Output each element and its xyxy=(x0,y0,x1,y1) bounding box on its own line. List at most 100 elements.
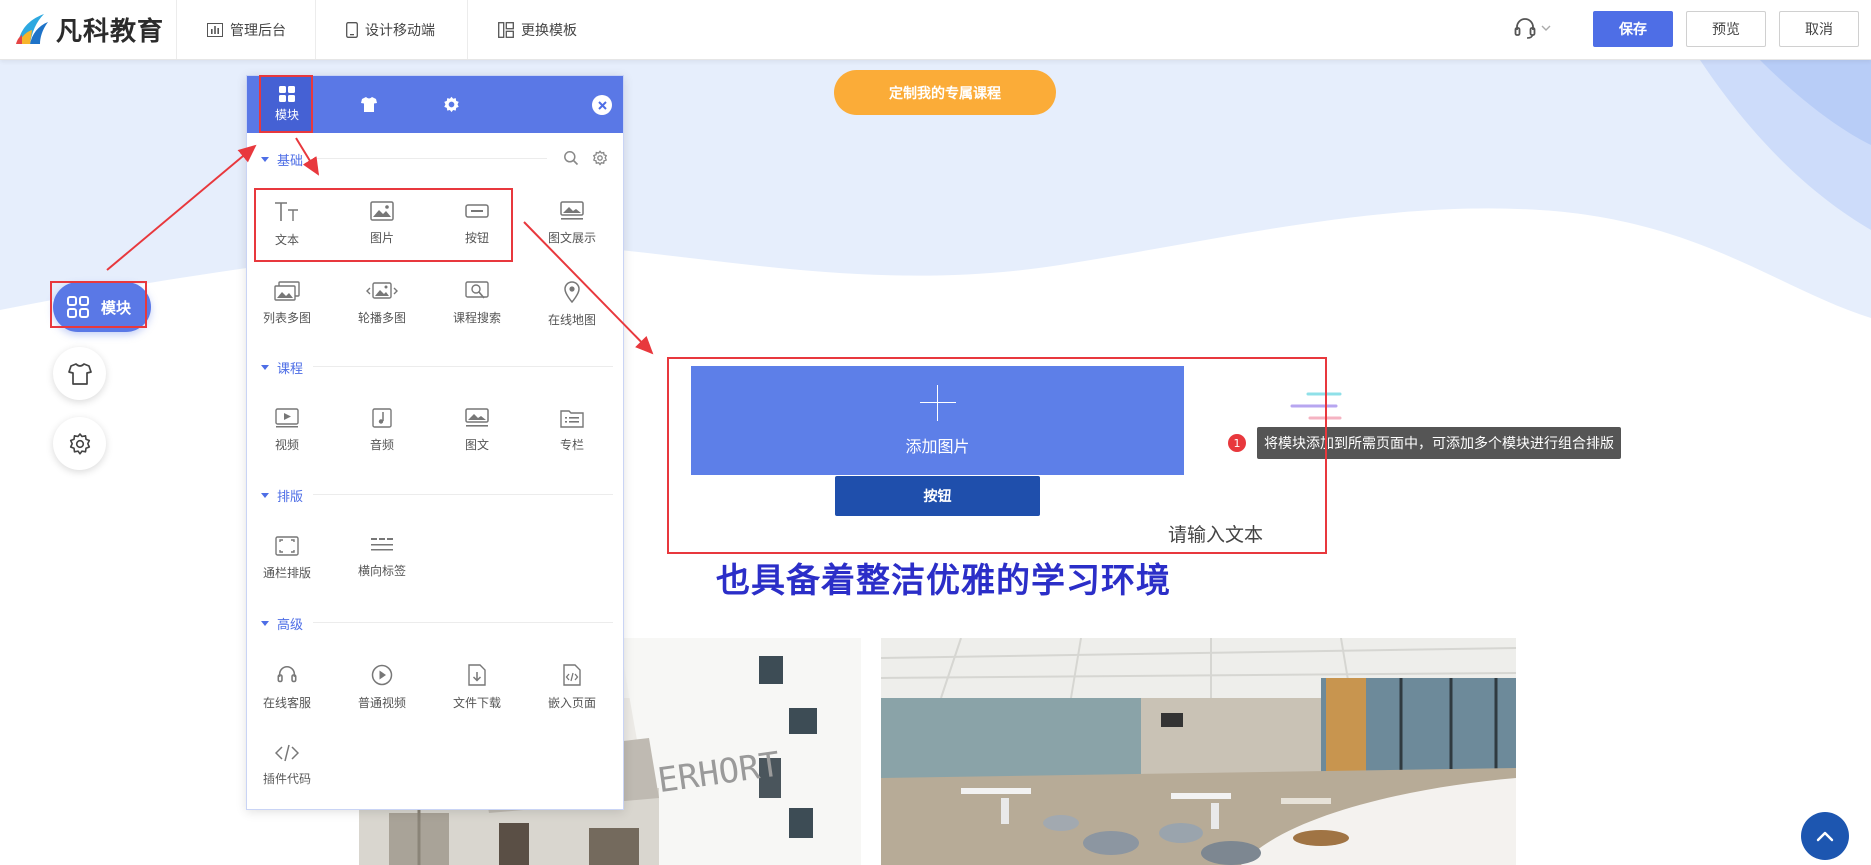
module-column-label: 专栏 xyxy=(559,438,584,452)
step-badge: 1 xyxy=(1228,434,1246,452)
caret-down-icon xyxy=(261,493,269,498)
panel-header: 模块 xyxy=(247,76,623,133)
module-column[interactable]: 专栏 xyxy=(532,408,612,468)
module-image[interactable]: 图片 xyxy=(342,201,422,261)
module-button-label: 按钮 xyxy=(464,231,489,245)
module-article-label: 图文 xyxy=(464,438,489,452)
section-course-title[interactable]: 课程 xyxy=(261,358,303,377)
canvas-button[interactable]: 按钮 xyxy=(835,476,1040,516)
scroll-top-button[interactable] xyxy=(1801,812,1849,860)
add-image-label: 添加图片 xyxy=(905,436,970,456)
float-settings-button[interactable] xyxy=(53,417,106,470)
tab-modules[interactable]: 模块 xyxy=(261,76,313,133)
video-icon xyxy=(275,408,299,428)
headset-icon xyxy=(277,666,297,683)
module-image-text[interactable]: 图文展示 xyxy=(532,201,612,261)
module-carousel-label: 轮播多图 xyxy=(357,311,406,325)
module-online-service-label: 在线客服 xyxy=(262,696,311,710)
course-search-icon xyxy=(465,281,489,299)
study-lounge-photo xyxy=(881,638,1516,865)
custom-course-button[interactable]: 定制我的专属课程 xyxy=(834,70,1056,115)
guide-tooltip: 将模块添加到所需页面中，可添加多个模块进行组合排版 xyxy=(1257,427,1621,459)
module-file-download-label: 文件下载 xyxy=(452,696,501,710)
gear-icon[interactable] xyxy=(592,150,608,166)
module-list-images[interactable]: 列表多图 xyxy=(247,281,327,341)
tab-modules-label: 模块 xyxy=(274,108,299,122)
top-bar: 凡科教育 管理后台 设计移动端 更换模板 保存 预览 取消 xyxy=(0,0,1871,60)
module-horizontal-tabs[interactable]: 横向标签 xyxy=(342,536,422,596)
module-normal-video-label: 普通视频 xyxy=(357,696,406,710)
save-button[interactable]: 保存 xyxy=(1593,11,1673,47)
nav-change-template-label: 更换模板 xyxy=(521,22,577,39)
close-icon xyxy=(597,100,607,110)
module-map-label: 在线地图 xyxy=(547,313,596,327)
divider xyxy=(313,158,547,159)
nav-admin-label: 管理后台 xyxy=(230,22,286,39)
section-advanced-title[interactable]: 高级 xyxy=(261,614,303,633)
module-video[interactable]: 视频 xyxy=(247,408,327,468)
module-audio[interactable]: 音频 xyxy=(342,408,422,468)
decorative-lines xyxy=(1290,392,1342,420)
horizontal-tabs-icon xyxy=(371,538,393,551)
plus-icon xyxy=(919,384,956,421)
module-text-label: 文本 xyxy=(274,233,299,247)
module-embed-page-label: 嵌入页面 xyxy=(547,696,596,710)
brand-logo-icon xyxy=(16,14,48,44)
module-button[interactable]: 按钮 xyxy=(437,201,517,261)
shirt-icon xyxy=(361,97,377,112)
button-icon xyxy=(465,204,489,218)
section-basic-label: 基础 xyxy=(277,154,304,169)
grid-icon xyxy=(279,86,295,102)
module-list-images-label: 列表多图 xyxy=(262,311,311,325)
preview-button[interactable]: 预览 xyxy=(1686,11,1766,47)
module-text[interactable]: 文本 xyxy=(247,201,327,261)
module-course-search[interactable]: 课程搜索 xyxy=(437,281,517,341)
module-image-label: 图片 xyxy=(369,231,394,245)
module-map[interactable]: 在线地图 xyxy=(532,281,612,341)
search-icon[interactable] xyxy=(563,150,579,166)
shirt-icon xyxy=(67,362,92,385)
play-circle-icon xyxy=(371,664,393,686)
divider xyxy=(313,494,613,495)
cancel-button[interactable]: 取消 xyxy=(1779,11,1859,47)
customer-service[interactable] xyxy=(1513,16,1551,40)
mobile-icon xyxy=(346,21,358,38)
image-icon xyxy=(370,201,394,221)
module-file-download[interactable]: 文件下载 xyxy=(437,664,517,724)
module-banner-layout[interactable]: 通栏排版 xyxy=(247,536,327,596)
module-audio-label: 音频 xyxy=(369,438,394,452)
chevron-down-icon xyxy=(1541,25,1551,31)
float-style-button[interactable] xyxy=(53,347,106,400)
fullwidth-layout-icon xyxy=(275,536,299,556)
nav-change-template[interactable]: 更换模板 xyxy=(467,0,607,59)
section-basic-title[interactable]: 基础 xyxy=(261,150,303,169)
tab-settings[interactable] xyxy=(411,76,491,133)
module-banner-layout-label: 通栏排版 xyxy=(262,566,311,580)
brand-logo[interactable]: 凡科教育 xyxy=(14,9,164,49)
tab-style[interactable] xyxy=(329,76,409,133)
module-embed-page[interactable]: 嵌入页面 xyxy=(532,664,612,724)
section-layout-label: 排版 xyxy=(277,490,304,505)
module-article[interactable]: 图文 xyxy=(437,408,517,468)
brand-name: 凡科教育 xyxy=(56,16,165,47)
section-headline: 也具备着整洁优雅的学习环境 xyxy=(716,561,1171,601)
caret-down-icon xyxy=(261,157,269,162)
float-module-button[interactable]: 模块 xyxy=(53,282,151,332)
nav-mobile-design[interactable]: 设计移动端 xyxy=(315,0,465,59)
gear-icon xyxy=(443,96,459,113)
nav-mobile-design-label: 设计移动端 xyxy=(365,22,435,39)
add-image-block[interactable]: 添加图片 xyxy=(691,366,1184,475)
nav-admin[interactable]: 管理后台 xyxy=(176,0,316,59)
audio-icon xyxy=(372,408,392,428)
image-text-icon xyxy=(465,408,489,427)
divider xyxy=(313,366,613,367)
module-carousel[interactable]: 轮播多图 xyxy=(342,281,422,341)
text-placeholder[interactable]: 请输入文本 xyxy=(1168,520,1263,547)
panel-close-button[interactable] xyxy=(592,95,612,115)
template-icon xyxy=(498,21,514,38)
module-online-service[interactable]: 在线客服 xyxy=(247,664,327,724)
panel-scroll-fade xyxy=(247,779,623,809)
module-normal-video[interactable]: 普通视频 xyxy=(342,664,422,724)
embed-code-icon xyxy=(563,664,581,686)
section-layout-title[interactable]: 排版 xyxy=(261,486,303,505)
